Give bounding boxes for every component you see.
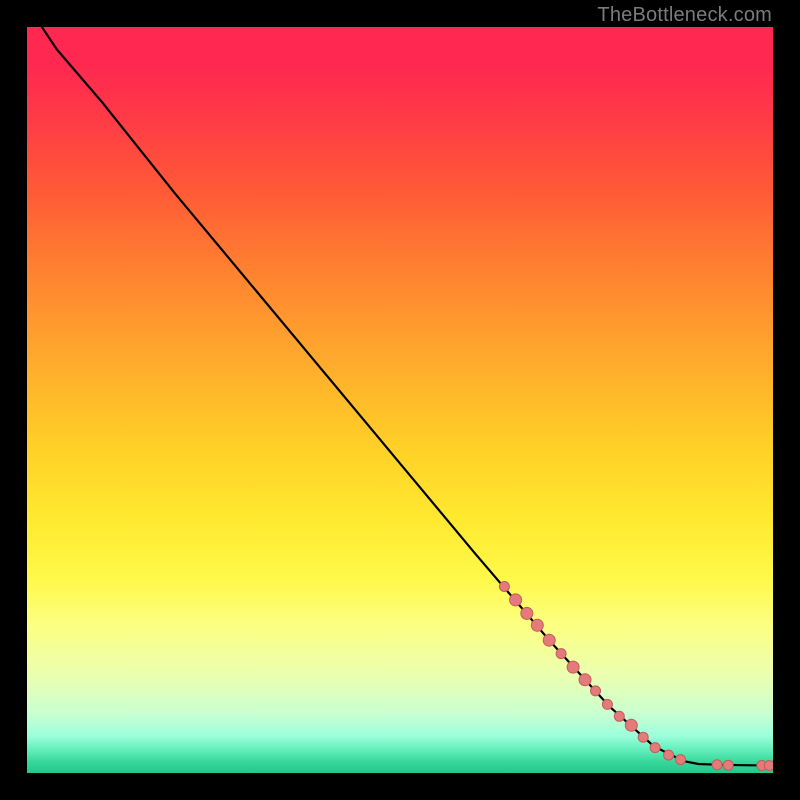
data-marker <box>499 582 509 592</box>
data-marker <box>664 750 674 760</box>
data-marker <box>614 711 624 721</box>
marker-group <box>499 582 773 771</box>
data-marker <box>650 743 660 753</box>
data-marker <box>764 761 773 771</box>
data-marker <box>712 760 722 770</box>
chart-overlay <box>27 27 773 773</box>
data-marker <box>531 619 543 631</box>
data-marker <box>591 686 601 696</box>
data-marker <box>556 649 566 659</box>
data-marker <box>638 732 648 742</box>
data-marker <box>543 634 555 646</box>
data-marker <box>723 760 733 770</box>
data-marker <box>676 755 686 765</box>
data-marker <box>579 674 591 686</box>
attribution-text: TheBottleneck.com <box>597 4 772 27</box>
data-marker <box>625 719 637 731</box>
curve-line <box>42 27 769 766</box>
data-marker <box>567 661 579 673</box>
data-marker <box>510 594 522 606</box>
plot-area <box>27 27 773 773</box>
data-marker <box>521 607 533 619</box>
data-marker <box>602 699 612 709</box>
chart-frame: TheBottleneck.com <box>0 0 800 800</box>
